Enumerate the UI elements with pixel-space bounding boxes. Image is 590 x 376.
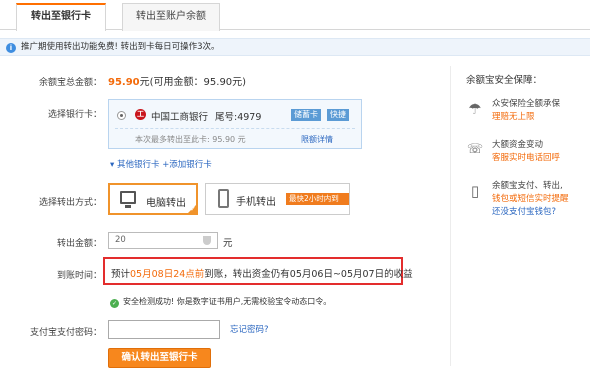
mobile-transfer-label: 手机转出: [236, 197, 276, 208]
tab-transfer-to-balance[interactable]: 转出至账户余额: [122, 3, 220, 31]
security-guarantee-title: 余额宝安全保障：: [466, 75, 543, 86]
arrival-post: 到账，转出资金仍有05月06日~05月07日的收益: [204, 269, 413, 280]
forgot-password-link[interactable]: 忘记密码?: [230, 323, 269, 335]
amount-value: 20: [115, 235, 126, 245]
callback-line1: 大额资金变动: [492, 140, 544, 150]
computer-icon: [120, 191, 136, 208]
transfer-limit-text: 本次最多转出至此卡: 95.90 元: [135, 135, 246, 144]
arrival-text: 预计05月08日24点前到账，转出资金仍有05月06日~05月07日的收益: [111, 266, 413, 280]
method-label: 选择转出方式：: [38, 198, 102, 208]
payment-password-input[interactable]: [108, 320, 220, 339]
debit-card-badge: 储蓄卡: [291, 109, 321, 121]
insurance-line2: 理赔无上限: [492, 112, 535, 122]
fast-arrival-badge: 最快2小时内到账: [286, 193, 349, 215]
mobile-wallet-icon: ▯: [470, 182, 480, 200]
card-tail-number: 尾号:4979: [215, 112, 262, 123]
info-icon: i: [6, 43, 16, 53]
add-card-link[interactable]: +添加银行卡: [162, 160, 212, 170]
umbrella-icon: ☂: [468, 100, 482, 118]
callback-line2: 客服实时电话回呼: [492, 153, 561, 163]
arrival-pre: 预计: [111, 269, 131, 280]
available-amount: (可用金额：95.90元): [149, 77, 247, 88]
password-label: 支付宝支付密码：: [29, 328, 102, 338]
security-check-row: ✓ 安全检测成功! 你是数字证书用户,无需校验宝令动态口令。: [110, 296, 331, 308]
check-icon: ✓: [190, 205, 196, 213]
pc-transfer-option[interactable]: 电脑转出 ✓: [108, 183, 198, 215]
quick-pay-badge: 快捷: [327, 109, 349, 121]
bank-divider: [115, 128, 355, 129]
arrival-label: 到账时间：: [56, 271, 102, 281]
tab-transfer-to-bank[interactable]: 转出至银行卡: [16, 3, 106, 31]
security-text: 安全检测成功! 你是数字证书用户,无需校验宝令动态口令。: [123, 297, 332, 306]
shield-icon: [203, 236, 211, 245]
bank-card-option[interactable]: 工 中国工商银行 尾号:4979 储蓄卡 快捷 本次最多转出至此卡: 95.90…: [108, 99, 362, 149]
bank-label: 选择银行卡：: [47, 110, 102, 120]
bank-sub-links: ▾ 其他银行卡 +添加银行卡: [110, 158, 212, 170]
mobile-phone-icon: [218, 189, 229, 208]
insurance-line1: 众安保险全额承保: [492, 99, 561, 109]
check-circle-icon: ✓: [110, 299, 119, 308]
total-amount-row: 95.90元(可用金额：95.90元): [108, 73, 246, 88]
get-wallet-link[interactable]: 还没支付宝钱包?: [492, 206, 569, 219]
amount-unit: 元: [223, 238, 233, 249]
amount-label: 转出金额：: [56, 239, 102, 249]
bank-name: 中国工商银行: [151, 112, 209, 123]
arrival-time: 05月08日24点前: [130, 269, 205, 280]
tab-bar: 转出至银行卡 转出至账户余额: [0, 0, 590, 31]
notice-text: 推广期使用转出功能免费! 转出到卡每日可操作3次。: [21, 42, 220, 52]
other-cards-link[interactable]: ▾ 其他银行卡: [110, 160, 159, 170]
guarantee-item-wallet: ▯ 余额宝支付、转出, 钱包或短信实时提醒 还没支付宝钱包?: [466, 180, 581, 222]
phone-24h-icon: ☏: [466, 142, 484, 157]
wallet-line2: 钱包或短信实时提醒: [492, 194, 569, 204]
icbc-logo-icon: 工: [135, 109, 146, 120]
right-divider: [450, 66, 451, 366]
total-unit: 元: [139, 77, 150, 88]
guarantee-text-callback: 大额资金变动 客服实时电话回呼: [492, 139, 560, 165]
confirm-transfer-button[interactable]: 确认转出至银行卡: [108, 348, 211, 368]
mobile-transfer-option[interactable]: 手机转出 最快2小时内到账: [205, 183, 350, 215]
arrival-highlight-box: 预计05月08日24点前到账，转出资金仍有05月06日~05月07日的收益: [103, 257, 413, 285]
amount-input[interactable]: 20: [108, 232, 218, 249]
guarantee-item-callback: ☏ 大额资金变动 客服实时电话回呼: [466, 139, 581, 169]
total-label: 余额宝总金额：: [38, 78, 102, 88]
guarantee-text-wallet: 余额宝支付、转出, 钱包或短信实时提醒 还没支付宝钱包?: [492, 180, 569, 219]
guarantee-text-insurance: 众安保险全额承保 理赔无上限: [492, 98, 560, 124]
wallet-line1: 余额宝支付、转出,: [492, 181, 563, 191]
bank-radio[interactable]: [117, 111, 126, 120]
pc-transfer-label: 电脑转出: [146, 198, 186, 209]
total-amount: 95.90: [108, 77, 140, 88]
guarantee-item-insurance: ☂ 众安保险全额承保 理赔无上限: [466, 98, 581, 128]
limit-details-link[interactable]: 限额详情: [301, 134, 333, 145]
promo-notice: i 推广期使用转出功能免费! 转出到卡每日可操作3次。: [0, 38, 590, 56]
